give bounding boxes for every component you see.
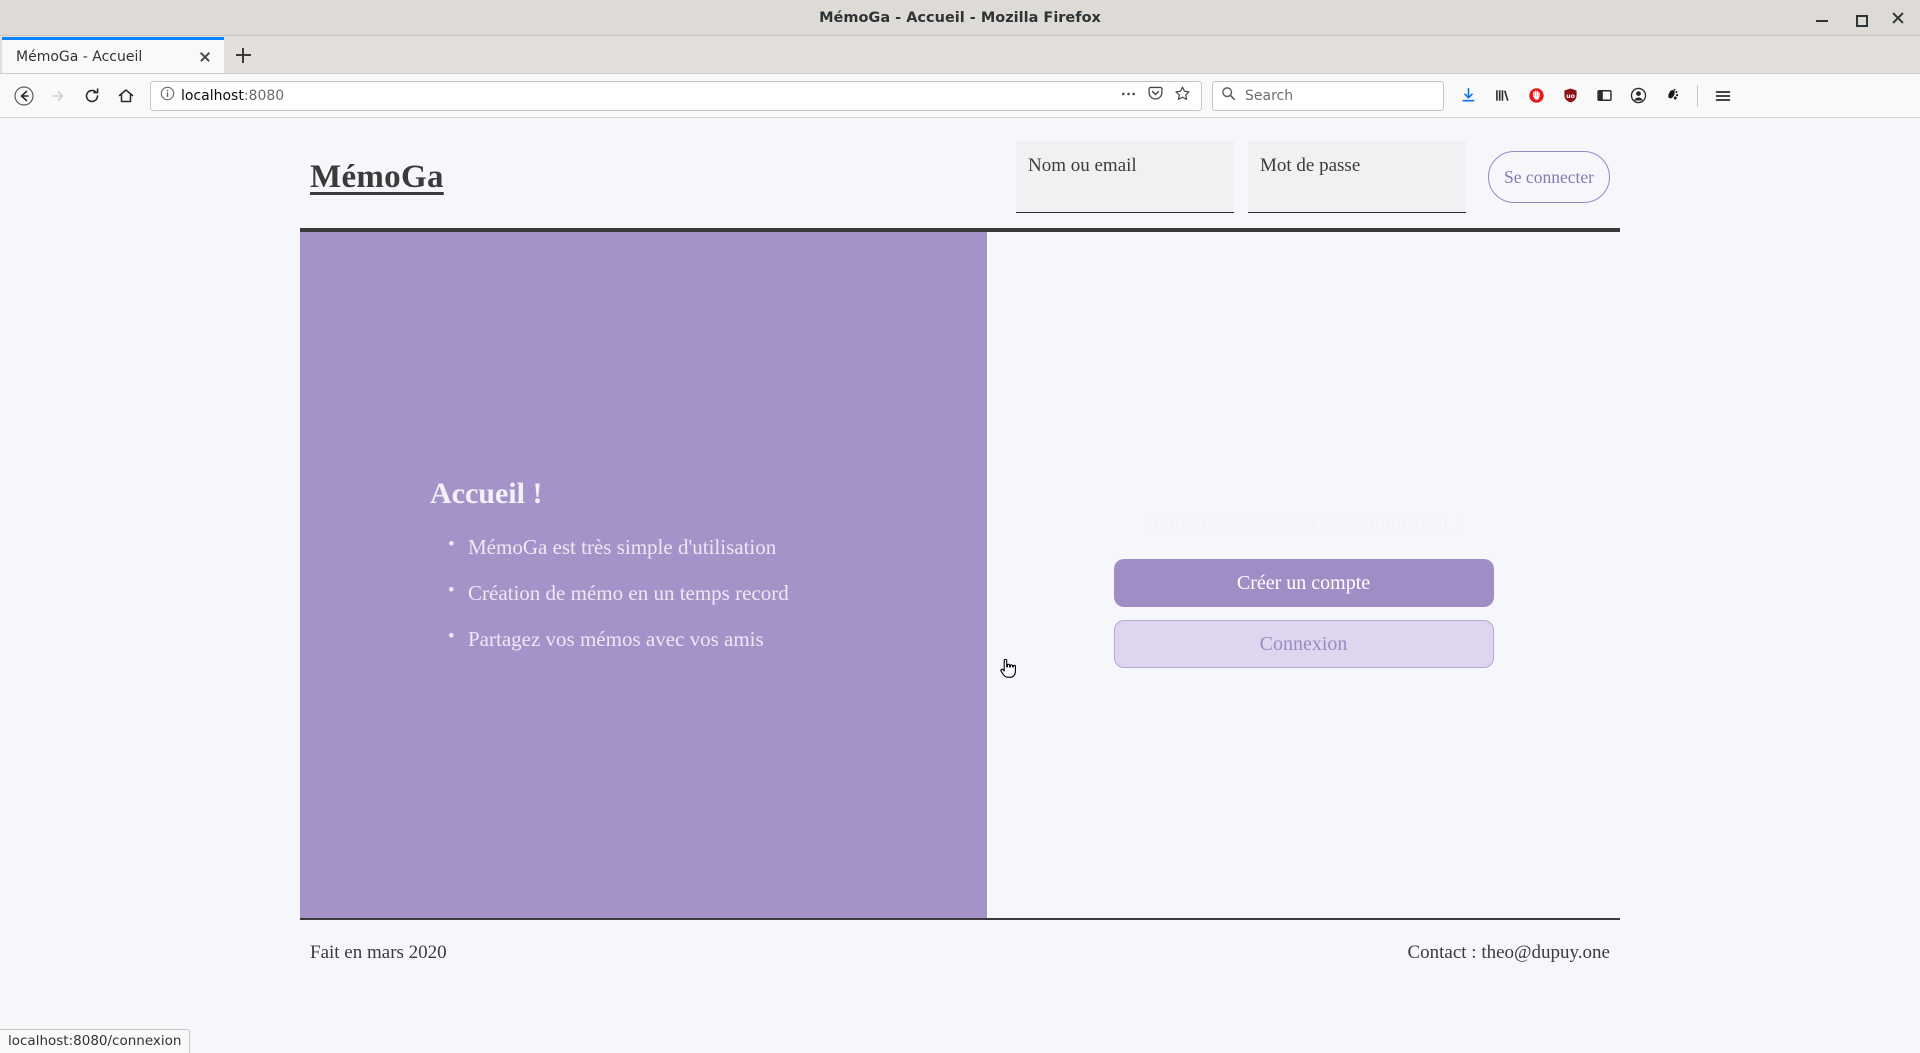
link-status-bar: localhost:8080/connexion — [0, 1029, 191, 1053]
star-icon[interactable] — [1174, 85, 1191, 107]
home-icon[interactable] — [110, 80, 142, 112]
ellipsis-icon[interactable] — [1120, 85, 1137, 106]
features-list: MémoGa est très simple d'utilisation Cré… — [430, 534, 987, 673]
web-page-content: MémoGa Nom ou email Mot de passe Se conn… — [0, 118, 1920, 1053]
search-bar[interactable]: Search — [1212, 80, 1444, 111]
window-title: MémoGa - Accueil - Mozilla Firefox — [819, 9, 1101, 26]
features-panel-title: Accueil ! — [430, 477, 543, 510]
pocket-icon[interactable] — [1147, 85, 1164, 107]
url-text: localhost:8080 — [181, 87, 285, 104]
site-footer: Fait en mars 2020 Contact : theo@dupuy.o… — [300, 918, 1620, 986]
info-circle-icon[interactable] — [160, 86, 175, 106]
close-window-button[interactable] — [1890, 10, 1906, 26]
list-item: MémoGa est très simple d'utilisation — [430, 534, 987, 560]
features-panel: Accueil ! MémoGa est très simple d'utili… — [300, 232, 987, 918]
join-invitation-text: Rejoignez MémoGa dès aujourd'hui ! — [1145, 510, 1462, 534]
toolbar-divider — [1697, 84, 1698, 107]
gnome-foot-icon[interactable] — [1656, 80, 1688, 112]
reader-sidebar-icon[interactable] — [1588, 80, 1620, 112]
list-item: Création de mémo en un temps record — [430, 580, 987, 606]
reload-icon[interactable] — [76, 80, 108, 112]
search-icon — [1221, 86, 1236, 106]
forward-arrow-icon — [42, 80, 74, 112]
back-arrow-icon[interactable] — [8, 80, 40, 112]
url-bar[interactable]: localhost:8080 — [150, 80, 1202, 111]
new-tab-icon[interactable] — [224, 37, 262, 73]
footer-made-date: Fait en mars 2020 — [310, 942, 447, 963]
name-or-email-label: Nom ou email — [1028, 155, 1137, 176]
connexion-button[interactable]: Connexion — [1113, 620, 1494, 668]
password-input[interactable]: Mot de passe — [1248, 141, 1466, 213]
adblock-icon[interactable] — [1520, 80, 1552, 112]
ublock-shield-icon[interactable]: uo — [1554, 80, 1586, 112]
header-login-form: Nom ou email Mot de passe Se connecter — [1016, 141, 1610, 213]
login-submit-button[interactable]: Se connecter — [1488, 151, 1610, 203]
downloads-icon[interactable] — [1452, 80, 1484, 112]
browser-tab-memoga[interactable]: MémoGa - Accueil — [2, 37, 224, 73]
name-or-email-input[interactable]: Nom ou email — [1016, 141, 1234, 213]
account-icon[interactable] — [1622, 80, 1654, 112]
window-titlebar: MémoGa - Accueil - Mozilla Firefox — [0, 0, 1920, 36]
url-action-icons — [1120, 85, 1195, 107]
close-tab-icon[interactable] — [196, 48, 214, 66]
site-header: MémoGa Nom ou email Mot de passe Se conn… — [300, 138, 1620, 230]
page-container: MémoGa Nom ou email Mot de passe Se conn… — [300, 118, 1620, 986]
main-content: Accueil ! MémoGa est très simple d'utili… — [300, 230, 1620, 918]
svg-text:uo: uo — [1566, 93, 1575, 100]
window-controls — [1814, 0, 1906, 36]
tab-strip: MémoGa - Accueil — [0, 36, 1920, 74]
create-account-button[interactable]: Créer un compte — [1113, 559, 1494, 607]
password-label: Mot de passe — [1260, 155, 1361, 176]
library-icon[interactable] — [1486, 80, 1518, 112]
toolbar-extensions: uo — [1452, 80, 1739, 112]
navigation-toolbar: localhost:8080 Search uo — [0, 74, 1920, 118]
signup-panel: Rejoignez MémoGa dès aujourd'hui ! Créer… — [987, 232, 1620, 918]
list-item: Partagez vos mémos avec vos amis — [430, 626, 987, 652]
minimize-button[interactable] — [1814, 10, 1830, 26]
maximize-button[interactable] — [1852, 10, 1868, 27]
site-brand-link[interactable]: MémoGa — [310, 159, 444, 196]
hamburger-menu-icon[interactable] — [1707, 80, 1739, 112]
search-input-placeholder: Search — [1245, 87, 1294, 104]
tab-title: MémoGa - Accueil — [16, 48, 143, 65]
footer-contact: Contact : theo@dupuy.one — [1407, 942, 1610, 963]
